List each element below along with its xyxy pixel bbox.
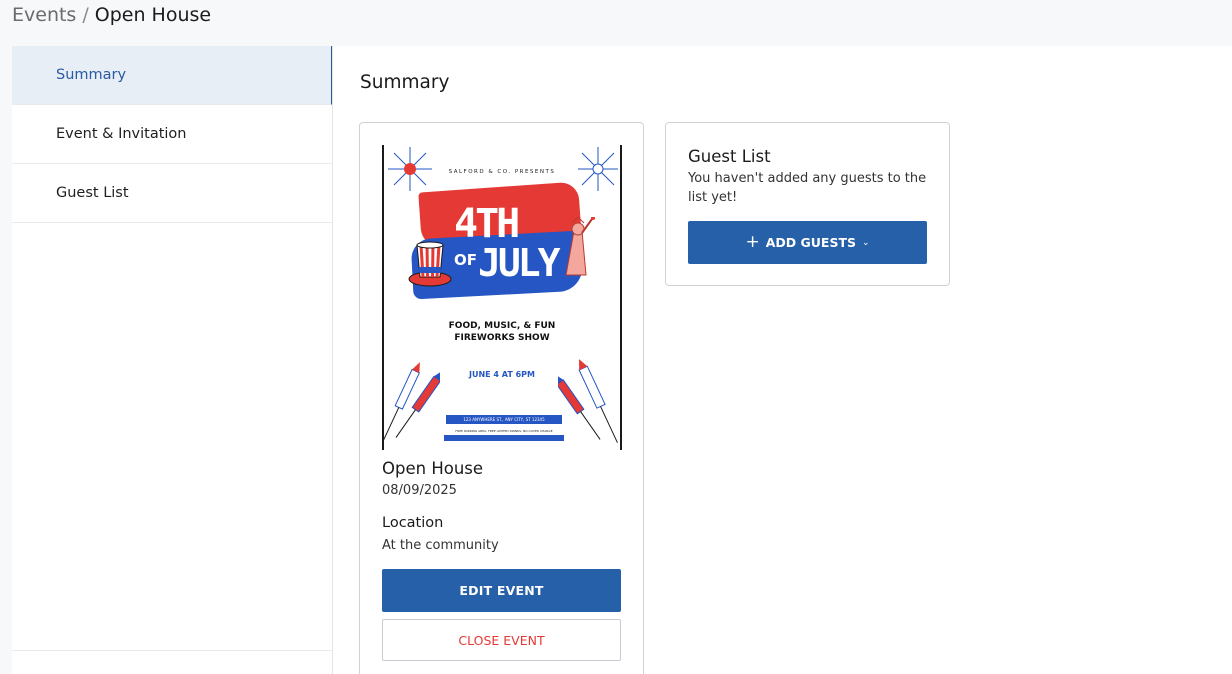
- flyer-fine-print: FREE PARKING AREA, FREE LIMITED DRINKS, …: [455, 429, 553, 433]
- guest-list-card: Guest List You haven't added any guests …: [665, 122, 950, 286]
- event-flyer-image: SALFORD & CO. PRESENTS 4TH OF JULY FOOD,…: [382, 145, 622, 450]
- flyer-tagline-line2: FIREWORKS SHOW: [454, 333, 550, 343]
- sidebar: Summary Event & Invitation Guest List: [12, 46, 333, 674]
- add-guests-label: ADD GUESTS: [765, 235, 856, 250]
- breadcrumb-current: Open House: [94, 4, 212, 26]
- statue-of-liberty-icon: [565, 217, 595, 276]
- breadcrumb-separator: /: [82, 4, 89, 26]
- firework-rocket-icon: [384, 362, 440, 441]
- close-event-button[interactable]: CLOSE EVENT: [382, 619, 621, 661]
- flyer-contact-bar: [444, 435, 564, 441]
- sidebar-item-guest-list[interactable]: Guest List: [12, 164, 332, 223]
- firework-icon: [578, 147, 618, 191]
- add-guests-button[interactable]: + ADD GUESTS ⌄: [688, 221, 927, 264]
- flyer-tagline-line1: FOOD, MUSIC, & FUN: [448, 321, 556, 331]
- flyer-headline-july: JULY: [478, 241, 560, 285]
- breadcrumb: Events / Open House: [12, 2, 211, 28]
- main-panel: Summary Event & Invitation Guest List Su…: [12, 46, 1232, 674]
- sidebar-item-label: Summary: [56, 67, 127, 83]
- sidebar-item-summary[interactable]: Summary: [12, 46, 332, 105]
- plus-icon: +: [745, 232, 760, 252]
- sidebar-item-label: Guest List: [56, 185, 129, 201]
- event-date: 08/09/2025: [382, 483, 457, 498]
- chevron-down-icon: ⌄: [861, 237, 870, 248]
- flyer-tagline: FOOD, MUSIC, & FUN FIREWORKS SHOW: [384, 320, 620, 344]
- sidebar-bottom-divider: [12, 650, 332, 674]
- edit-event-button[interactable]: EDIT EVENT: [382, 569, 621, 612]
- uncle-sam-hat-icon: [408, 241, 452, 287]
- sidebar-item-label: Event & Invitation: [56, 126, 187, 142]
- flyer-presents-text: SALFORD & CO. PRESENTS: [448, 169, 556, 175]
- flyer-headline-of: OF: [454, 251, 477, 269]
- sidebar-item-event-invitation[interactable]: Event & Invitation: [12, 105, 332, 164]
- event-card: SALFORD & CO. PRESENTS 4TH OF JULY FOOD,…: [359, 122, 644, 674]
- flyer-address: 123 ANYWHERE ST., ANY CITY, ST 12345: [446, 415, 562, 424]
- event-name: Open House: [382, 459, 484, 478]
- location-label: Location: [382, 515, 444, 531]
- guest-list-title: Guest List: [688, 147, 771, 166]
- location-value: At the community: [382, 538, 499, 553]
- page-title: Summary: [360, 72, 450, 93]
- guest-list-empty-message: You haven't added any guests to the list…: [688, 171, 927, 205]
- breadcrumb-events-link[interactable]: Events: [12, 4, 76, 26]
